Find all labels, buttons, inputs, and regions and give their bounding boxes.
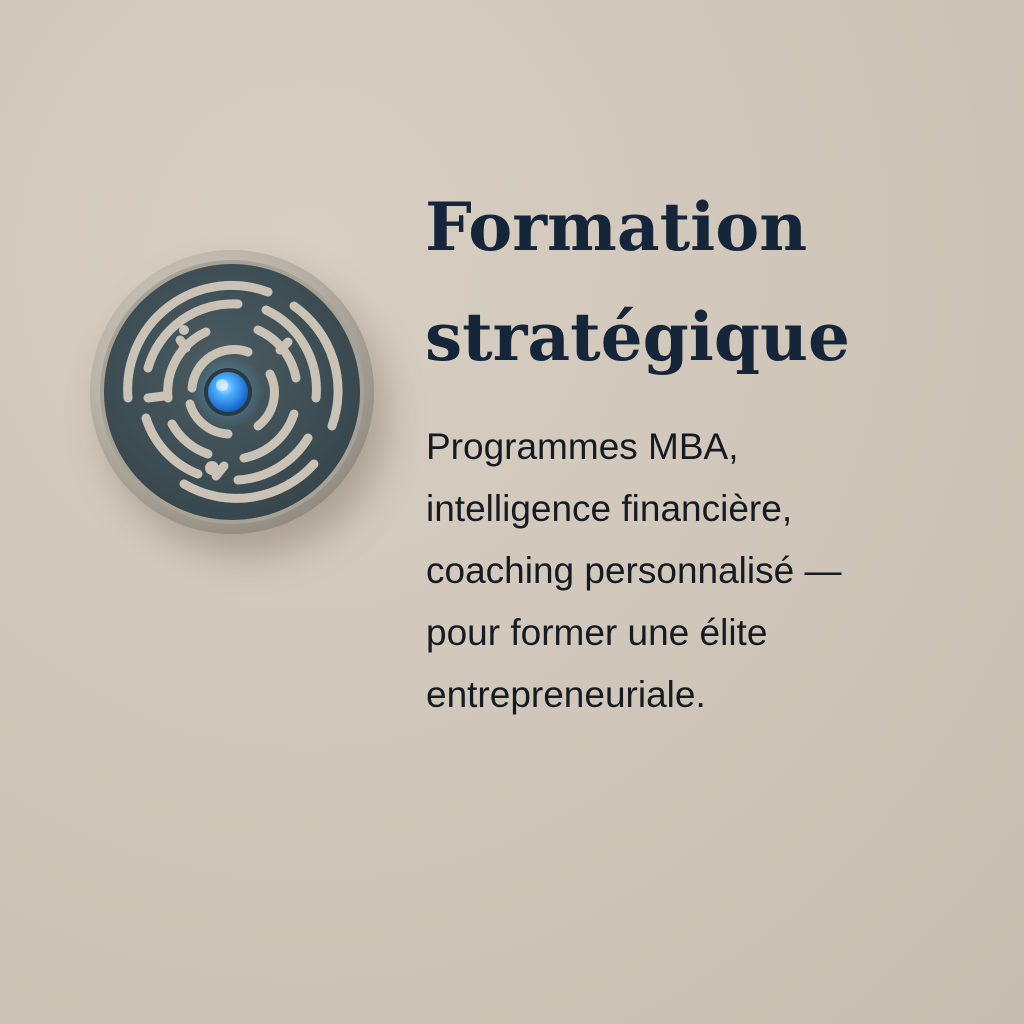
promo-card: Formation stratégique Programmes MBA, in… <box>0 0 1024 1024</box>
description-line: pour former une élite <box>426 612 768 653</box>
description-line: entrepreneuriale. <box>426 674 706 715</box>
maze-icon <box>90 250 374 534</box>
maze-emblem <box>88 248 376 536</box>
page-title: Formation stratégique <box>425 172 985 392</box>
description-line: coaching personnalisé — <box>426 550 842 591</box>
glowing-orb-icon <box>208 372 248 412</box>
title-line: stratégique <box>425 298 851 376</box>
title-line: Formation <box>425 188 808 266</box>
description-text: Programmes MBA, intelligence financière,… <box>426 416 986 726</box>
description-line: Programmes MBA, <box>426 426 739 467</box>
description-line: intelligence financière, <box>426 488 793 529</box>
